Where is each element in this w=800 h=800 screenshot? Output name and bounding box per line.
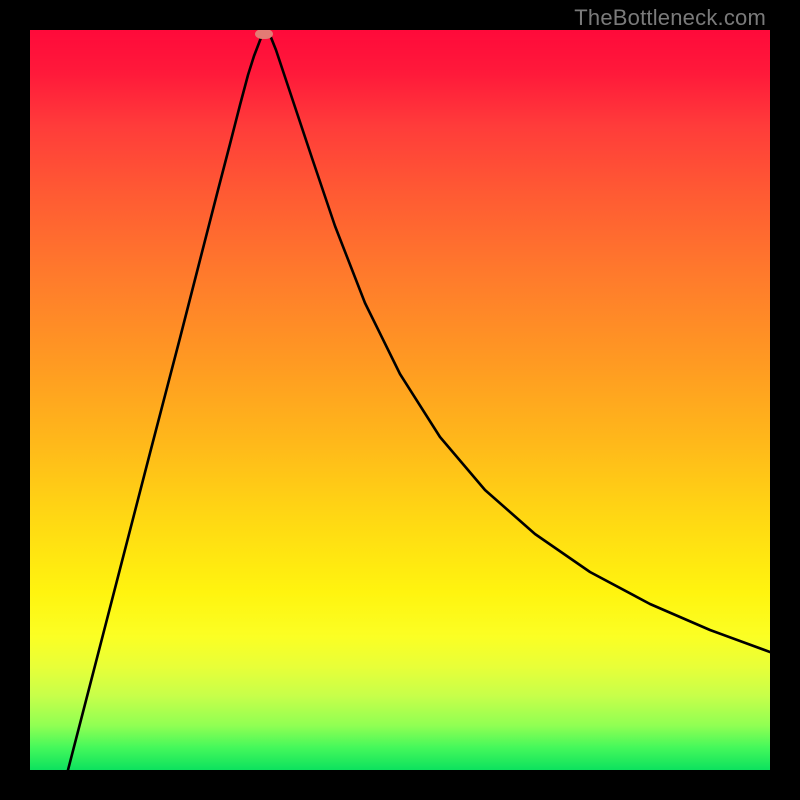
minimum-marker	[255, 30, 273, 39]
plot-frame	[30, 30, 770, 770]
watermark: TheBottleneck.com	[574, 5, 766, 31]
bottleneck-curve	[30, 30, 770, 770]
